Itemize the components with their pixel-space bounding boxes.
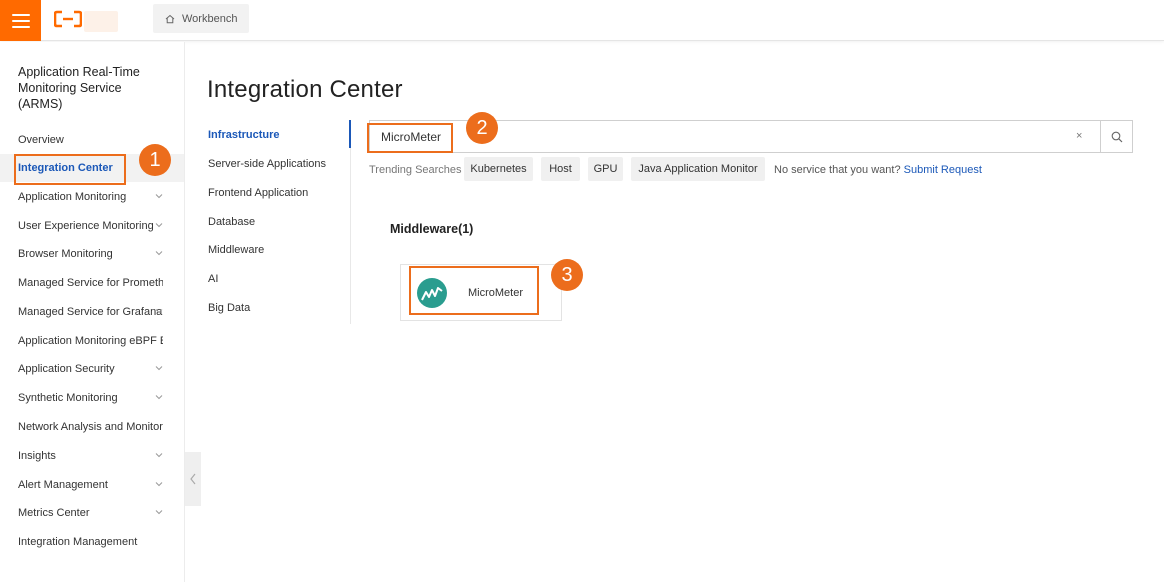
collapse-sidebar-button[interactable] bbox=[185, 452, 201, 506]
chevron-down-icon bbox=[155, 194, 163, 199]
category-big-data[interactable]: Big Data bbox=[208, 302, 250, 314]
workbench-button[interactable]: Workbench bbox=[153, 4, 249, 33]
sidebar-item-synthetic-monitoring[interactable]: Synthetic Monitoring bbox=[0, 384, 184, 412]
sidebar-item-label: Insights bbox=[18, 450, 56, 462]
chevron-down-icon bbox=[155, 395, 163, 400]
page-title: Integration Center bbox=[207, 76, 403, 103]
category-divider bbox=[350, 120, 351, 324]
step-badge-2: 2 bbox=[466, 112, 498, 144]
sidebar-item-browser-monitoring[interactable]: Browser Monitoring bbox=[0, 240, 184, 268]
sidebar-item-label: Application Monitoring bbox=[18, 191, 127, 203]
no-service-label: No service that you want? bbox=[774, 164, 901, 176]
chevron-down-icon bbox=[155, 453, 163, 458]
category-infrastructure[interactable]: Infrastructure bbox=[208, 129, 280, 141]
category-middleware[interactable]: Middleware bbox=[208, 244, 264, 256]
category-active-indicator bbox=[349, 120, 351, 148]
trending-searches-label: Trending Searches bbox=[369, 164, 462, 176]
chevron-down-icon bbox=[155, 309, 163, 314]
sidebar-item-application-monitoring-ebpf-edition[interactable]: Application Monitoring eBPF Edition bbox=[0, 327, 184, 355]
sidebar-item-label: Managed Service for Prometheus bbox=[18, 277, 163, 289]
sidebar-item-label: Integration Management bbox=[18, 536, 138, 548]
sidebar-title: Application Real-Time Monitoring Service… bbox=[18, 65, 140, 111]
menu-icon[interactable] bbox=[0, 0, 41, 41]
sidebar-item-label: Network Analysis and Monitoring bbox=[18, 421, 163, 433]
clear-search-icon[interactable]: × bbox=[1076, 130, 1082, 142]
sidebar-item-application-security[interactable]: Application Security bbox=[0, 355, 184, 383]
sidebar-item-label: Managed Service for Grafana bbox=[18, 306, 163, 318]
chevron-down-icon bbox=[155, 223, 163, 228]
sidebar-item-insights[interactable]: Insights bbox=[0, 442, 184, 470]
search-button[interactable] bbox=[1100, 121, 1133, 152]
sidebar-item-label: Application Monitoring eBPF Edition bbox=[18, 335, 163, 347]
workbench-label: Workbench bbox=[182, 12, 238, 25]
submit-request-link[interactable]: Submit Request bbox=[904, 164, 982, 176]
sidebar-item-label: Metrics Center bbox=[18, 507, 90, 519]
sidebar-item-label: Overview bbox=[18, 134, 64, 146]
chevron-down-icon bbox=[155, 510, 163, 515]
sidebar-item-integration-management[interactable]: Integration Management bbox=[0, 528, 184, 556]
sidebar-item-user-experience-monitoring[interactable]: User Experience Monitoring bbox=[0, 212, 184, 240]
chevron-down-icon bbox=[155, 482, 163, 487]
sidebar-item-managed-service-for-prometheus[interactable]: Managed Service for Prometheus bbox=[0, 269, 184, 297]
sidebar-item-label: Application Security bbox=[18, 363, 115, 375]
sidebar-item-managed-service-for-grafana[interactable]: Managed Service for Grafana bbox=[0, 298, 184, 326]
trending-chip-gpu[interactable]: GPU bbox=[588, 157, 623, 181]
category-ai[interactable]: AI bbox=[208, 273, 218, 285]
sidebar-item-label: Browser Monitoring bbox=[18, 248, 113, 260]
sidebar-item-alert-management[interactable]: Alert Management bbox=[0, 471, 184, 499]
chevron-down-icon bbox=[155, 366, 163, 371]
top-bar: Workbench bbox=[0, 0, 1164, 41]
micrometer-icon bbox=[417, 278, 447, 308]
sidebar-item-label: User Experience Monitoring bbox=[18, 220, 154, 232]
chevron-left-icon bbox=[190, 473, 196, 485]
step-badge-3: 3 bbox=[551, 259, 583, 291]
sidebar-item-label: Synthetic Monitoring bbox=[18, 392, 118, 404]
chevron-down-icon bbox=[155, 251, 163, 256]
section-title-middleware: Middleware(1) bbox=[390, 222, 474, 236]
sidebar-item-network-analysis-and-monitoring[interactable]: Network Analysis and Monitoring bbox=[0, 413, 184, 441]
trending-chip-host[interactable]: Host bbox=[541, 157, 580, 181]
trending-chip-kubernetes[interactable]: Kubernetes bbox=[464, 157, 533, 181]
alibaba-cloud-logo-icon[interactable] bbox=[54, 10, 82, 28]
sidebar-item-metrics-center[interactable]: Metrics Center bbox=[0, 499, 184, 527]
sidebar: Application Real-Time Monitoring Service… bbox=[0, 42, 185, 582]
no-service-text: No service that you want? Submit Request bbox=[774, 164, 982, 176]
category-frontend-application[interactable]: Frontend Application bbox=[208, 187, 308, 199]
integration-card-micrometer[interactable]: MicroMeter bbox=[400, 264, 562, 321]
home-icon bbox=[165, 14, 175, 23]
search-icon bbox=[1111, 131, 1123, 142]
card-label: MicroMeter bbox=[468, 287, 524, 299]
category-server-side-applications[interactable]: Server-side Applications bbox=[208, 158, 326, 170]
category-database[interactable]: Database bbox=[208, 216, 255, 228]
account-blurred bbox=[84, 11, 118, 32]
step-badge-1: 1 bbox=[139, 144, 171, 176]
trending-chip-java-application-monitor[interactable]: Java Application Monitor bbox=[631, 157, 765, 181]
sidebar-item-label: Alert Management bbox=[18, 479, 108, 491]
sidebar-item-application-monitoring[interactable]: Application Monitoring bbox=[0, 183, 184, 211]
